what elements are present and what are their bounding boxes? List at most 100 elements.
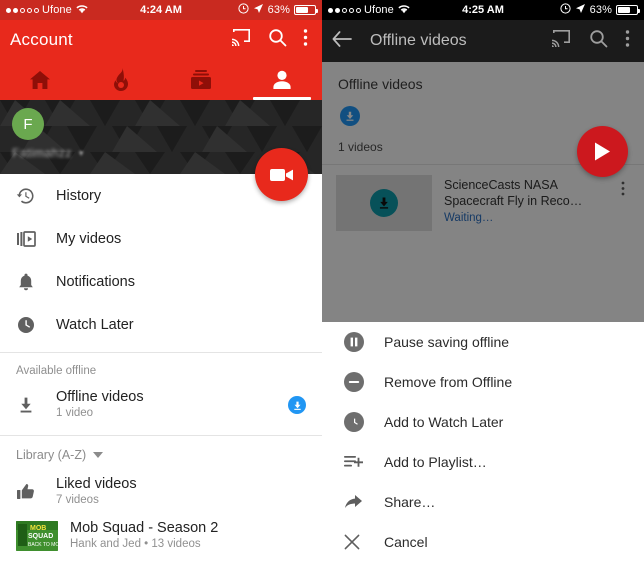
username-row[interactable]: Fatimahzz ▾ [12,146,83,160]
carrier-label: Ufone [364,4,394,16]
my-videos-icon [16,229,56,249]
download-badge-icon[interactable] [288,396,306,414]
chevron-down-icon: ▾ [78,147,84,158]
menu-item-label: Watch Later [56,316,134,333]
tab-account[interactable] [242,60,323,100]
location-arrow-icon [575,3,586,17]
thumb-up-icon [16,482,56,502]
tab-subscriptions[interactable] [161,60,242,100]
battery-percent-label: 63% [267,4,290,16]
sheet-item-label: Pause saving offline [384,334,510,350]
library-item-liked-videos[interactable]: Liked videos 7 videos [0,470,322,514]
right-panel-offline-videos: Ufone 4:25 AM 63% Offline videos Offline… [322,0,644,565]
search-icon[interactable] [589,29,608,53]
menu-item-label: Notifications [56,273,135,290]
overflow-menu-icon[interactable] [303,28,308,52]
share-icon [344,494,384,510]
library-item-text: Mob Squad - Season 2 Hank and Jed • 13 v… [70,520,306,552]
sheet-item-label: Cancel [384,534,428,550]
offline-videos-row[interactable]: Offline videos 1 video [0,383,322,427]
signal-dots-icon [328,7,361,13]
record-video-button[interactable] [255,148,308,201]
tab-bar [0,60,322,100]
bell-icon [16,272,56,292]
app-bar: Offline videos [322,20,644,62]
sheet-item-share[interactable]: Share… [322,482,644,522]
library-item-subtitle: 7 videos [56,494,99,506]
bottom-sheet-menu: Pause saving offline Remove from Offline… [322,322,644,565]
app-bar-actions [231,28,312,52]
status-bar-left: Ufone [6,4,88,17]
sheet-item-add-to-playlist[interactable]: Add to Playlist… [322,442,644,482]
menu-item-my-videos[interactable]: My videos [0,217,322,260]
alarm-icon [560,3,571,17]
modal-scrim[interactable] [322,62,644,322]
signal-dots-icon [6,7,39,13]
status-bar-right: 63% [560,3,640,17]
battery-icon [616,5,640,15]
library-item-mob-squad[interactable]: MOB SQUAD BACK TO MOB Mob Squad - Season… [0,514,322,558]
download-icon [16,395,56,415]
library-item-text: Liked videos 7 videos [56,476,306,508]
playlist-add-icon [344,454,384,470]
page-title: Account [10,30,73,49]
app-bar: Account [0,20,322,60]
sheet-item-cancel[interactable]: Cancel [322,522,644,562]
sheet-item-remove-from-offline[interactable]: Remove from Offline [322,362,644,402]
available-offline-header: Available offline [16,365,97,377]
play-icon [595,142,610,161]
cast-icon[interactable] [231,28,252,52]
menu-item-notifications[interactable]: Notifications [0,260,322,303]
battery-percent-label: 63% [589,4,612,16]
offline-videos-text: Offline videos 1 video [56,389,288,421]
tab-home[interactable] [0,60,81,100]
avatar: F [12,108,44,140]
playlist-thumbnail: MOB SQUAD BACK TO MOB [16,521,70,551]
tab-trending[interactable] [81,60,162,100]
status-bar: Ufone 4:25 AM 63% [322,0,644,20]
page-title: Offline videos [370,32,467,49]
offline-videos-content: Offline videos 1 videos ScienceCasts NAS… [322,62,644,322]
sheet-item-add-to-watch-later[interactable]: Add to Watch Later [322,402,644,442]
menu-item-watch-later[interactable]: Watch Later [0,303,322,346]
battery-icon [294,5,318,15]
status-bar: Ufone 4:24 AM 63% [0,0,322,20]
clock-icon [344,412,384,432]
sheet-item-label: Add to Watch Later [384,414,504,430]
library-item-subtitle: Hank and Jed • 13 videos [70,538,201,550]
search-icon[interactable] [268,28,287,52]
alarm-icon [238,3,249,17]
wifi-icon [76,4,88,17]
sheet-item-pause-saving-offline[interactable]: Pause saving offline [322,322,644,362]
menu-item-label: History [56,187,102,204]
carrier-label: Ufone [42,4,72,16]
offline-videos-subtitle: 1 video [56,407,94,419]
username-label: Fatimahzz [12,146,72,160]
library-header-label: Library (A-Z) [16,448,87,462]
location-arrow-icon [253,3,264,17]
minus-icon [344,372,384,392]
play-all-button[interactable] [577,126,628,177]
menu-item-label: My videos [56,230,122,247]
cast-icon[interactable] [551,29,572,53]
pause-icon [344,332,384,352]
app-bar-actions [551,29,634,53]
overflow-menu-icon[interactable] [625,29,630,53]
status-bar-left: Ufone [328,4,410,17]
offline-videos-title: Offline videos [56,389,144,405]
chevron-down-icon [93,452,104,458]
svg-text:MOB: MOB [30,525,46,532]
library-header[interactable]: Library (A-Z) [0,436,322,470]
back-arrow-icon[interactable] [332,30,352,52]
close-icon [344,534,384,550]
video-camera-icon [269,168,293,181]
left-panel-account: Ufone 4:24 AM 63% Account F Fatimahzz ▾ … [0,0,322,565]
sheet-item-label: Add to Playlist… [384,454,487,470]
status-bar-right: 63% [238,3,318,17]
wifi-icon [398,4,410,17]
sheet-item-label: Share… [384,494,436,510]
library-item-title: Liked videos [56,476,137,492]
svg-text:SQUAD: SQUAD [28,533,53,540]
sheet-item-label: Remove from Offline [384,374,513,390]
library-item-title: Mob Squad - Season 2 [70,520,219,536]
